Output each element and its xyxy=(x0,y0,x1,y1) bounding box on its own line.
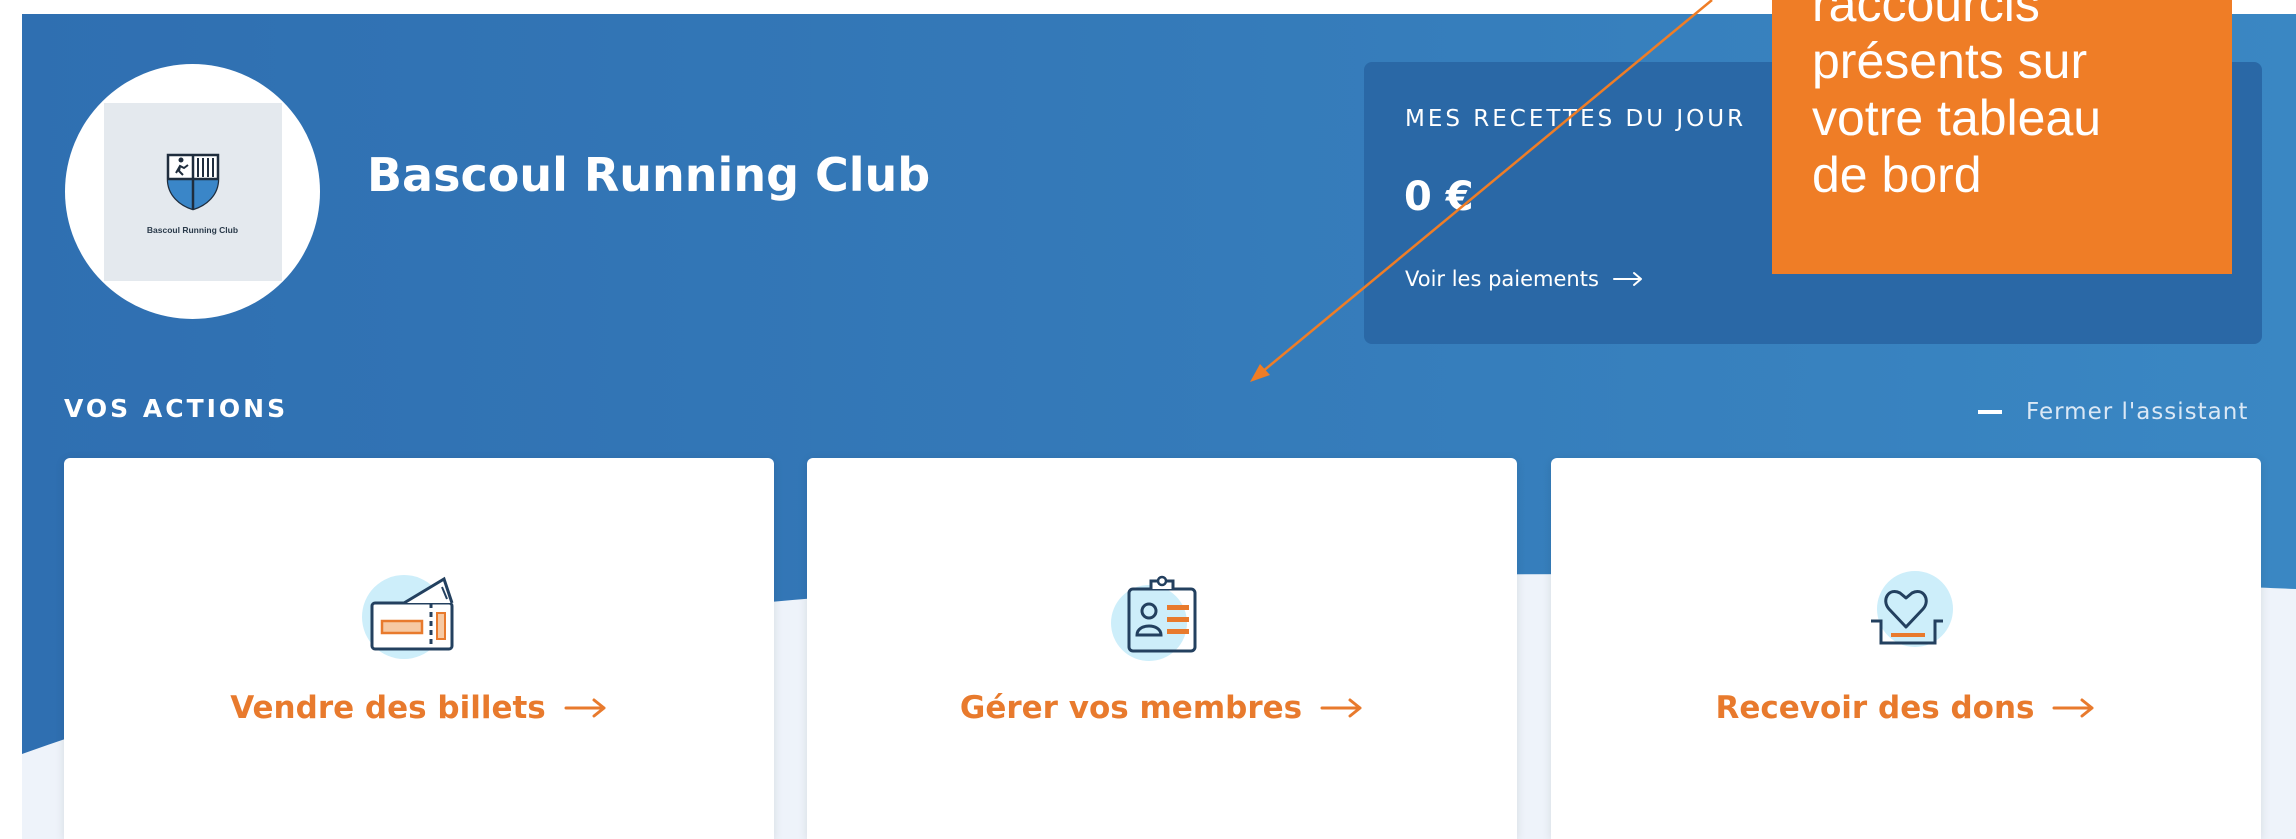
logo-caption: Bascoul Running Club xyxy=(146,224,239,235)
sell-tickets-text: Vendre des billets xyxy=(230,690,546,726)
annotation-line: votre tableau xyxy=(1812,90,2102,146)
shield-icon xyxy=(166,153,219,210)
receive-donations-text: Recevoir des dons xyxy=(1715,690,2035,726)
club-name: Bascoul Running Club xyxy=(367,148,931,202)
close-assistant-label: Fermer l'assistant xyxy=(2026,399,2249,425)
minus-icon xyxy=(1978,410,2002,414)
dashboard-page: Bascoul Running Club Bascoul Running Clu… xyxy=(0,0,2296,839)
arrow-right-icon xyxy=(2052,698,2094,718)
arrow-right-icon xyxy=(564,698,606,718)
annotation-line: raccourcis xyxy=(1812,0,2040,32)
manage-members-label: Gérer vos membres xyxy=(807,690,1517,726)
member-card-icon xyxy=(1111,575,1197,661)
annotation-line: présents sur xyxy=(1812,33,2088,89)
revenue-amount: 0 € xyxy=(1404,174,1474,220)
close-assistant-button[interactable]: Fermer l'assistant xyxy=(1978,399,2248,425)
manage-members-text: Gérer vos membres xyxy=(959,690,1303,726)
club-logo-image: Bascoul Running Club xyxy=(103,102,282,281)
arrow-right-icon xyxy=(1612,272,1642,286)
view-payments-link[interactable]: Voir les paiements xyxy=(1405,267,1643,291)
sell-tickets-label: Vendre des billets xyxy=(64,690,774,726)
revenue-title: MES RECETTES DU JOUR xyxy=(1405,106,1747,132)
annotation-line: de bord xyxy=(1812,147,1982,203)
action-card-manage-members[interactable]: Gérer vos membres xyxy=(807,458,1517,839)
donation-heart-icon xyxy=(1871,571,1953,647)
action-card-receive-donations[interactable]: Recevoir des dons xyxy=(1551,458,2261,839)
action-card-sell-tickets[interactable]: Vendre des billets xyxy=(64,458,774,839)
club-logo[interactable]: Bascoul Running Club xyxy=(65,64,320,319)
actions-section-title: VOS ACTIONS xyxy=(64,394,289,423)
arrow-right-icon xyxy=(1320,698,1362,718)
annotation-callout: raccourcis présents sur votre tableau de… xyxy=(1772,0,2232,274)
receive-donations-label: Recevoir des dons xyxy=(1551,690,2261,726)
annotation-text: raccourcis présents sur votre tableau de… xyxy=(1812,0,2101,204)
ticket-icon xyxy=(362,575,454,659)
view-payments-label: Voir les paiements xyxy=(1405,267,1599,291)
